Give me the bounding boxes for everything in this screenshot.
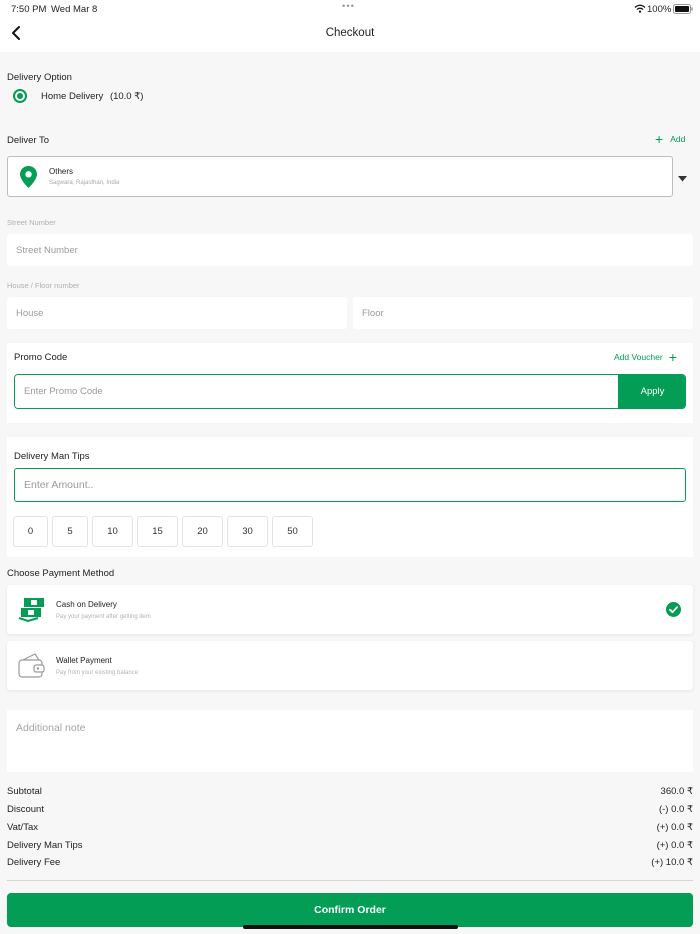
- subtotal-label: Subtotal: [7, 786, 42, 797]
- payment-option-cash[interactable]: Cash on Delivery Pay your payment after …: [7, 585, 693, 634]
- discount-label: Discount: [7, 804, 44, 815]
- street-number-input[interactable]: Street Number: [7, 234, 693, 266]
- home-delivery-price: (10.0 ₹): [109, 91, 144, 102]
- payment-method-title: Choose Payment Method: [7, 568, 115, 579]
- delivery-option-title: Delivery Option: [7, 72, 72, 83]
- subtotal-value: 360.0 ₹: [660, 786, 693, 797]
- battery-percent: 100%: [647, 4, 672, 15]
- cash-on-delivery-icon: [18, 598, 44, 623]
- summary-divider: [7, 880, 693, 881]
- tip-option-5[interactable]: 5: [52, 516, 88, 547]
- status-date: Wed Mar 8: [51, 4, 98, 15]
- delivery-tips-title: Delivery Man Tips: [14, 451, 90, 462]
- add-voucher-label: Add Voucher: [614, 352, 663, 362]
- status-time: 7:50 PM: [11, 4, 47, 15]
- delivery-fee-row: Delivery Fee (+) 10.0 ₹: [7, 857, 693, 868]
- chevron-down-icon[interactable]: [678, 176, 687, 182]
- delivery-fee-label: Delivery Fee: [7, 857, 61, 868]
- wallet-payment-title: Wallet Payment: [56, 656, 112, 665]
- tip-option-30[interactable]: 30: [227, 516, 268, 547]
- navigation-bar: Checkout: [0, 18, 700, 52]
- delivery-tips-label: Delivery Man Tips: [7, 840, 83, 851]
- address-text: Sagwara, Rajasthan, India: [49, 180, 120, 186]
- home-delivery-label: Home Delivery: [41, 91, 104, 102]
- cash-on-delivery-title: Cash on Delivery: [56, 600, 117, 609]
- tip-option-50[interactable]: 50: [272, 516, 313, 547]
- house-input[interactable]: House: [7, 297, 347, 329]
- additional-note-input[interactable]: Additional note: [7, 710, 693, 772]
- multitask-dots-icon: •••: [342, 1, 355, 12]
- discount-value: (-) 0.0 ₹: [658, 804, 693, 815]
- status-bar: 7:50 PM Wed Mar 8 ••• 100%: [0, 0, 700, 18]
- address-type: Others: [49, 167, 74, 176]
- home-delivery-option[interactable]: Home Delivery (10.0 ₹): [41, 91, 143, 102]
- promo-code-title: Promo Code: [14, 352, 68, 363]
- selected-check-icon: [666, 602, 681, 617]
- tip-option-10[interactable]: 10: [92, 516, 133, 547]
- address-dropdown[interactable]: Others Sagwara, Rajasthan, India: [7, 156, 673, 197]
- delivery-fee-value: (+) 10.0 ₹: [651, 857, 693, 868]
- delivery-tips-row: Delivery Man Tips (+) 0.0 ₹: [7, 840, 693, 851]
- discount-row: Discount (-) 0.0 ₹: [7, 804, 693, 815]
- plus-icon: +: [668, 349, 677, 365]
- payment-option-wallet[interactable]: Wallet Payment Pay from your existing ba…: [7, 641, 693, 690]
- apply-button[interactable]: Apply: [618, 375, 685, 408]
- wallet-icon: [18, 653, 45, 678]
- add-address-button[interactable]: + Add: [655, 131, 686, 147]
- promo-code-card: Promo Code Add Voucher + Enter Promo Cod…: [7, 343, 693, 423]
- page-title: Checkout: [325, 27, 375, 39]
- cash-on-delivery-desc: Pay your payment after getting item: [56, 614, 151, 620]
- subtotal-row: Subtotal 360.0 ₹: [7, 786, 693, 797]
- home-indicator: [243, 925, 458, 929]
- confirm-order-button[interactable]: Confirm Order: [7, 893, 693, 927]
- wifi-icon: [634, 4, 646, 13]
- add-voucher-button[interactable]: Add Voucher +: [614, 349, 677, 365]
- tip-amount-input[interactable]: Enter Amount..: [14, 468, 686, 502]
- vat-tax-row: Vat/Tax (+) 0.0 ₹: [7, 822, 693, 833]
- location-pin-icon: [20, 166, 37, 188]
- home-delivery-radio[interactable]: [13, 89, 27, 103]
- tip-option-20[interactable]: 20: [182, 516, 223, 547]
- vat-tax-value: (+) 0.0 ₹: [656, 822, 693, 833]
- plus-icon: +: [655, 131, 664, 147]
- add-address-label: Add: [670, 134, 686, 144]
- promo-input-group: Enter Promo Code Apply: [14, 374, 686, 409]
- street-number-label: Street Number: [7, 218, 56, 227]
- battery-icon: [673, 4, 693, 14]
- house-floor-label: House / Floor number: [7, 281, 80, 290]
- floor-input[interactable]: Floor: [353, 297, 693, 329]
- tip-option-0[interactable]: 0: [13, 516, 48, 547]
- tip-option-15[interactable]: 15: [137, 516, 178, 547]
- delivery-tips-value: (+) 0.0 ₹: [656, 840, 693, 851]
- deliver-to-title: Deliver To: [7, 135, 50, 146]
- promo-code-input[interactable]: Enter Promo Code: [15, 375, 617, 408]
- vat-tax-label: Vat/Tax: [7, 822, 38, 833]
- wallet-payment-desc: Pay from your existing balance: [56, 670, 139, 676]
